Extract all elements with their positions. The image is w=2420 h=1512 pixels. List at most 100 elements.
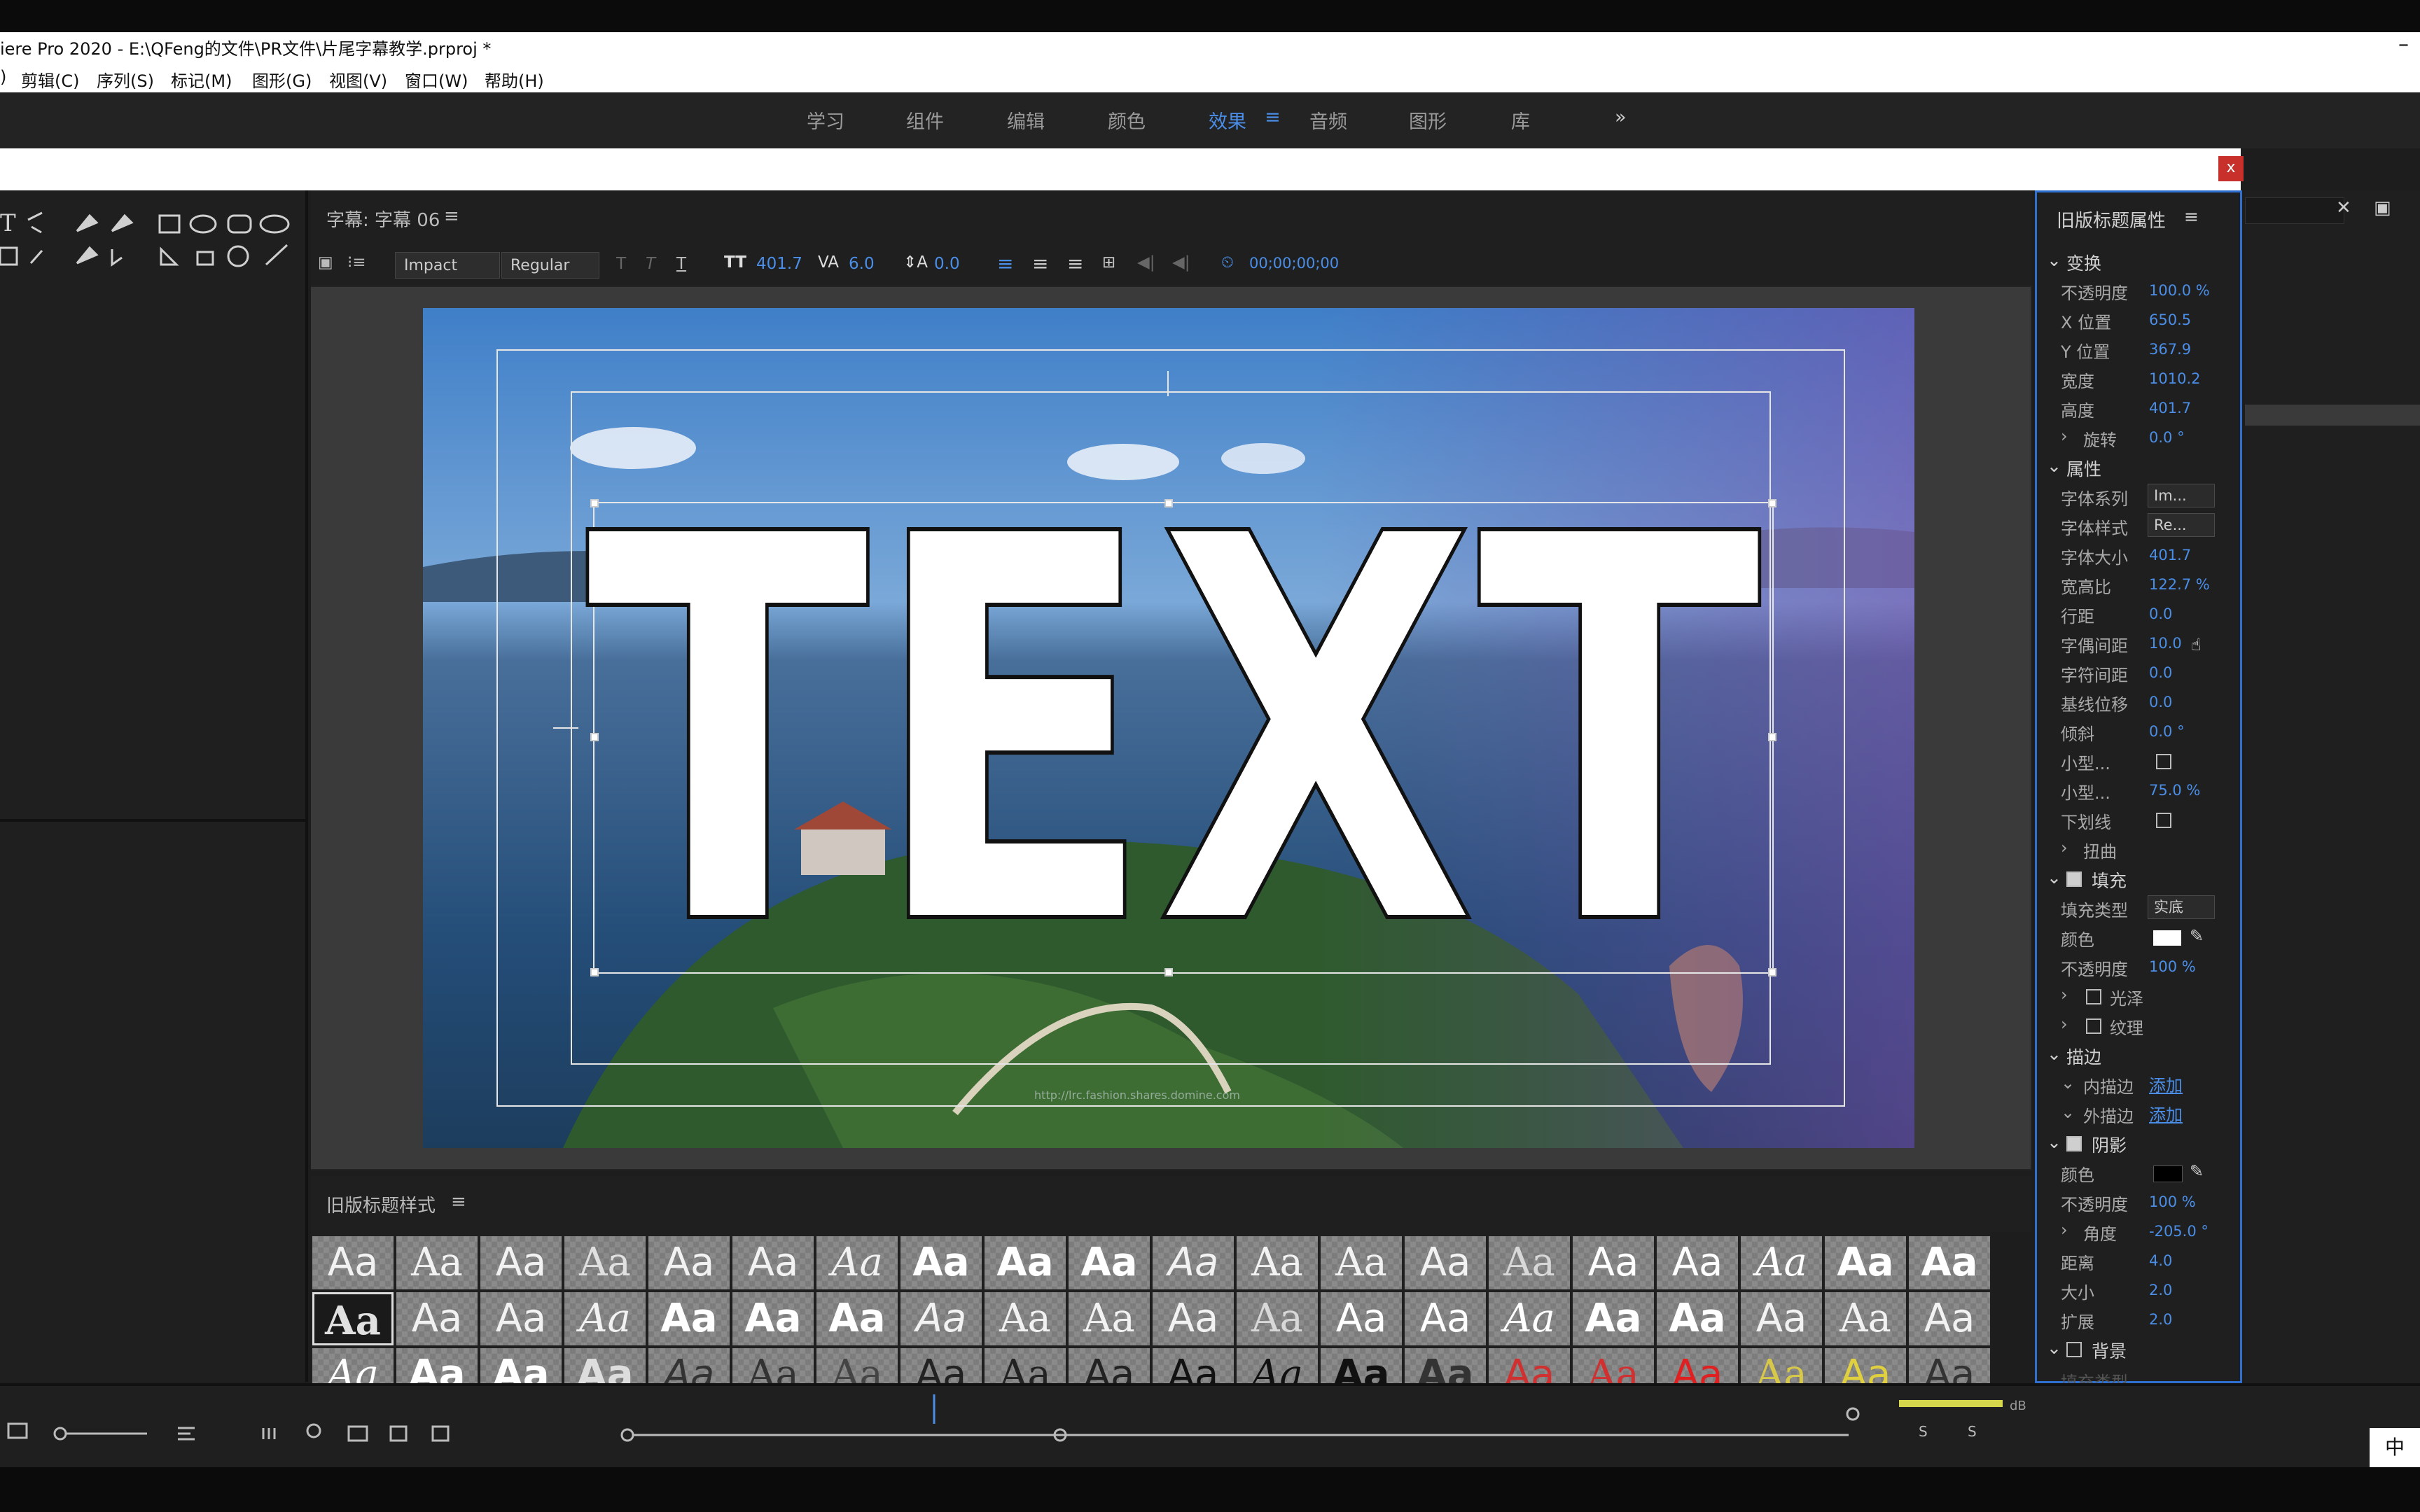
section-shadow[interactable]: 阴影	[2092, 1132, 2127, 1157]
title-style-swatch[interactable]: Aa	[816, 1292, 898, 1345]
title-style-swatch[interactable]: Aa	[1405, 1236, 1486, 1289]
shadow-color-swatch[interactable]	[2153, 1166, 2183, 1182]
width-value[interactable]: 1010.2	[2149, 370, 2200, 387]
section-properties-chevron[interactable]: ⌄	[2047, 456, 2061, 476]
background-checkbox[interactable]	[2066, 1342, 2082, 1357]
rotation-chevron[interactable]: ›	[2061, 426, 2068, 446]
shadow-angle-chevron[interactable]: ›	[2061, 1220, 2068, 1240]
shadow-size-value[interactable]: 2.0	[2149, 1282, 2172, 1298]
shadow-opacity-value[interactable]: 100 %	[2149, 1194, 2196, 1210]
shadow-checkbox[interactable]	[2066, 1136, 2082, 1152]
baseline-value[interactable]: 0.0	[2149, 694, 2172, 710]
title-style-swatch[interactable]: Aa	[1825, 1348, 1906, 1386]
workspace-more-icon[interactable]: »	[1615, 106, 1627, 128]
title-style-swatch[interactable]: Aa	[816, 1236, 898, 1289]
slant-value[interactable]: 0.0 °	[2149, 723, 2185, 740]
title-style-swatch[interactable]: Aa	[1069, 1348, 1150, 1386]
title-style-swatch[interactable]: Aa	[1489, 1348, 1570, 1386]
title-style-swatch[interactable]: Aa	[1321, 1236, 1402, 1289]
opacity-value[interactable]: 100.0 %	[2149, 282, 2210, 299]
section-shadow-chevron[interactable]: ⌄	[2047, 1132, 2061, 1152]
fill-color-swatch[interactable]	[2153, 930, 2181, 946]
title-styles-menu-icon[interactable]: ≡	[451, 1191, 466, 1212]
tab-stops-icon[interactable]: ⁝≡	[347, 253, 366, 272]
title-style-swatch[interactable]: Aa	[648, 1292, 730, 1345]
font-size-prop-value[interactable]: 401.7	[2149, 547, 2191, 564]
solo-left[interactable]: S	[1919, 1423, 1928, 1440]
title-style-swatch[interactable]: Aa	[1405, 1292, 1486, 1345]
title-style-swatch[interactable]: Aa	[1153, 1236, 1234, 1289]
texture-chevron[interactable]: ›	[2061, 1014, 2068, 1034]
show-background-icon[interactable]: ◀|	[1137, 253, 1155, 272]
workspace-color[interactable]: 颜色	[1108, 106, 1146, 134]
title-style-swatch[interactable]: Aa	[1321, 1348, 1402, 1386]
title-style-swatch[interactable]: Aa	[1741, 1292, 1822, 1345]
tab-stops-button-icon[interactable]: ⊞	[1102, 253, 1115, 272]
font-size-value[interactable]: 401.7	[756, 255, 802, 273]
title-style-swatch[interactable]: Aa	[1741, 1348, 1822, 1386]
roll-crawl-icon[interactable]: ▣	[318, 253, 333, 272]
shadow-distance-value[interactable]: 4.0	[2149, 1252, 2172, 1269]
height-value[interactable]: 401.7	[2149, 400, 2191, 416]
font-family-dropdown[interactable]: Im...	[2148, 484, 2215, 507]
kerning-prop-value[interactable]: 10.0	[2149, 635, 2182, 652]
outer-stroke-chevron[interactable]: ⌄	[2061, 1102, 2075, 1122]
menu-graphics[interactable]: 图形(G)	[252, 67, 312, 92]
align-right-icon[interactable]: ≡	[1067, 252, 1083, 275]
right-search-clear-icon[interactable]: ✕	[2336, 197, 2351, 218]
title-style-swatch[interactable]: Aa	[1657, 1236, 1738, 1289]
section-transform-chevron[interactable]: ⌄	[2047, 250, 2061, 270]
menu-help[interactable]: 帮助(H)	[485, 67, 544, 92]
section-strokes-chevron[interactable]: ⌄	[2047, 1044, 2061, 1064]
font-family-select[interactable]: Impact	[395, 252, 500, 279]
title-style-swatch[interactable]: Aa	[312, 1292, 394, 1345]
workspace-graphics[interactable]: 图形	[1409, 106, 1447, 134]
section-fill-chevron[interactable]: ⌄	[2047, 867, 2061, 888]
workspace-menu-icon[interactable]: ≡	[1265, 106, 1281, 128]
title-style-swatch[interactable]: Aa	[1153, 1292, 1234, 1345]
title-style-swatch[interactable]: Aa	[1909, 1292, 1990, 1345]
props-menu-icon[interactable]: ≡	[2184, 206, 2199, 227]
title-style-swatch[interactable]: Aa	[1657, 1348, 1738, 1386]
title-style-swatch[interactable]: Aa	[985, 1292, 1066, 1345]
title-style-swatch[interactable]: Aa	[732, 1236, 814, 1289]
title-style-swatch[interactable]: Aa	[1573, 1236, 1654, 1289]
title-style-swatch[interactable]: Aa	[1321, 1292, 1402, 1345]
fill-opacity-value[interactable]: 100 %	[2149, 958, 2196, 975]
title-style-swatch[interactable]: Aa	[396, 1236, 478, 1289]
title-style-swatch[interactable]: Aa	[480, 1348, 562, 1386]
right-search-field[interactable]	[2245, 197, 2344, 224]
title-style-swatch[interactable]: Aa	[564, 1236, 646, 1289]
title-style-swatch[interactable]: Aa	[985, 1236, 1066, 1289]
fill-type-dropdown[interactable]: 实底	[2148, 895, 2215, 919]
workspace-effects[interactable]: 效果	[1209, 106, 1246, 134]
title-style-swatch[interactable]: Aa	[480, 1292, 562, 1345]
shadow-angle-value[interactable]: -205.0 °	[2149, 1223, 2209, 1240]
title-editor-menu-icon[interactable]: ≡	[444, 206, 459, 227]
align-center-icon[interactable]: ≡	[1032, 252, 1048, 275]
title-style-swatch[interactable]: Aa	[1405, 1348, 1486, 1386]
minimize-button[interactable]: –	[2398, 32, 2409, 57]
menu-markers[interactable]: 标记(M)	[171, 67, 232, 92]
title-style-swatch[interactable]: Aa	[1153, 1348, 1234, 1386]
title-style-swatch[interactable]: Aa	[564, 1292, 646, 1345]
section-fill[interactable]: 填充	[2092, 867, 2127, 892]
title-style-swatch[interactable]: Aa	[396, 1348, 478, 1386]
menu-sequence[interactable]: 序列(S)	[97, 67, 154, 92]
fill-eyedropper-icon[interactable]: ✎	[2190, 926, 2204, 946]
close-titler-button[interactable]: x	[2218, 156, 2244, 181]
texture-checkbox[interactable]	[2086, 1018, 2101, 1034]
italic-icon[interactable]: T	[646, 255, 655, 273]
underline-icon[interactable]: T	[676, 255, 686, 273]
title-style-swatch[interactable]: Aa	[1237, 1236, 1318, 1289]
title-style-swatch[interactable]: Aa	[1825, 1292, 1906, 1345]
title-style-swatch[interactable]: Aa	[1909, 1348, 1990, 1386]
background-toggle-icon[interactable]: ◀|	[1172, 253, 1190, 272]
section-properties[interactable]: 属性	[2066, 456, 2101, 481]
small-caps-checkbox[interactable]	[2156, 754, 2171, 769]
solo-right[interactable]: S	[1968, 1423, 1977, 1440]
workspace-audio[interactable]: 音频	[1309, 106, 1347, 134]
new-bin-icon[interactable]: ▣	[2374, 197, 2391, 218]
title-style-swatch[interactable]: Aa	[396, 1292, 478, 1345]
title-style-swatch[interactable]: Aa	[1237, 1292, 1318, 1345]
